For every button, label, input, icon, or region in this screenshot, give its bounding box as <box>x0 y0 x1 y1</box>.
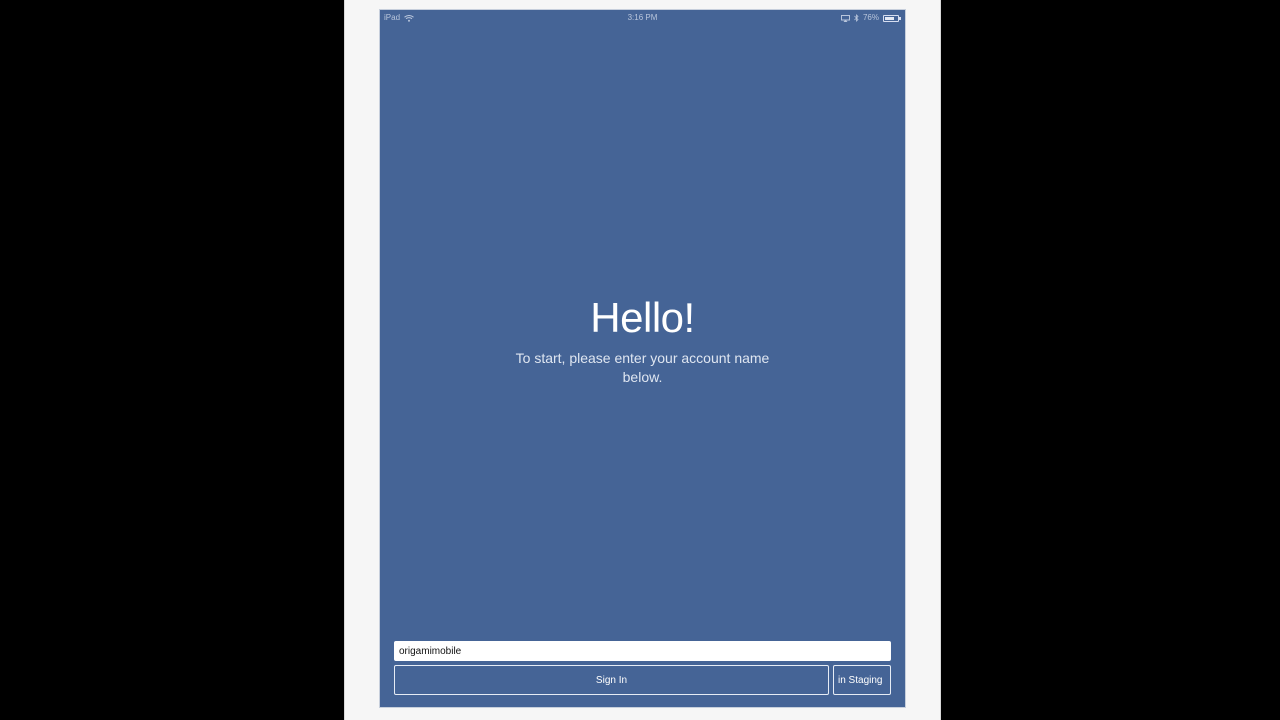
app-screen: iPad 3:16 PM 76% Hello! To start, please… <box>379 9 906 708</box>
welcome-title: Hello! <box>590 294 695 341</box>
battery-nub <box>899 16 901 20</box>
battery-percent: 76% <box>862 13 879 22</box>
sign-in-button[interactable]: Sign In <box>394 665 829 695</box>
battery-icon <box>883 14 901 22</box>
status-right: 76% <box>840 10 901 26</box>
account-name-input[interactable] <box>394 641 891 661</box>
welcome-section: Hello! To start, please enter your accou… <box>380 293 905 387</box>
bluetooth-icon <box>854 14 859 22</box>
battery-fill <box>885 16 894 20</box>
welcome-subtitle: To start, please enter your account name… <box>515 350 770 385</box>
airplay-icon <box>840 14 850 22</box>
status-time: 3:16 PM <box>627 13 658 22</box>
status-bar: iPad 3:16 PM 76% <box>380 10 905 26</box>
action-row: Sign In in Staging <box>394 665 891 695</box>
sign-in-staging-button[interactable]: in Staging <box>833 665 891 695</box>
